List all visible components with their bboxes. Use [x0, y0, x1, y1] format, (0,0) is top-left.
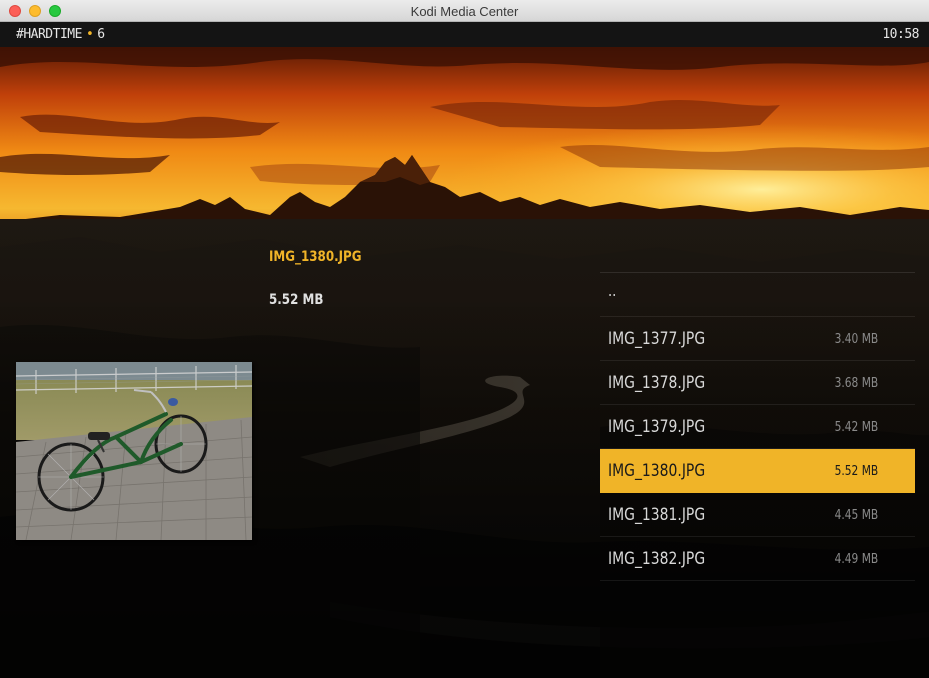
breadcrumb-label: #HARDTIME — [16, 27, 82, 42]
file-name: IMG_1378.JPG — [608, 373, 706, 393]
file-size: 4.49 MB — [834, 552, 878, 567]
file-size: 5.52 MB — [834, 464, 878, 479]
list-item[interactable]: IMG_1378.JPG 3.68 MB — [600, 361, 915, 405]
file-list[interactable]: .. IMG_1377.JPG 3.40 MB IMG_1378.JPG 3.6… — [600, 272, 915, 581]
file-size: 3.68 MB — [834, 376, 878, 391]
list-item[interactable]: IMG_1379.JPG 5.42 MB — [600, 405, 915, 449]
list-item[interactable]: IMG_1381.JPG 4.45 MB — [600, 493, 915, 537]
breadcrumb: #HARDTIME • 6 — [16, 27, 105, 42]
file-size: 5.42 MB — [834, 420, 878, 435]
window-title: Kodi Media Center — [410, 4, 519, 19]
item-count: 6 — [97, 27, 105, 42]
file-name: IMG_1381.JPG — [608, 505, 706, 525]
selected-file-size: 5.52 MB — [269, 292, 324, 308]
parent-folder-item[interactable]: .. — [600, 273, 915, 317]
file-name: IMG_1377.JPG — [608, 329, 706, 349]
file-size: 4.45 MB — [834, 508, 878, 523]
file-name: IMG_1382.JPG — [608, 549, 706, 569]
file-name: IMG_1379.JPG — [608, 417, 706, 437]
window-titlebar: Kodi Media Center — [0, 0, 929, 22]
selected-file-title: IMG_1380.JPG — [269, 249, 362, 265]
list-item[interactable]: IMG_1377.JPG 3.40 MB — [600, 317, 915, 361]
thumbnail-preview — [16, 362, 252, 540]
list-item-selected[interactable]: IMG_1380.JPG 5.52 MB — [600, 449, 915, 493]
kodi-top-bar: #HARDTIME • 6 10:58 — [0, 22, 929, 47]
file-name: IMG_1380.JPG — [608, 461, 706, 481]
clock: 10:58 — [882, 27, 919, 42]
file-size: 3.40 MB — [834, 332, 878, 347]
breadcrumb-separator: • — [85, 27, 94, 42]
list-item[interactable]: IMG_1382.JPG 4.49 MB — [600, 537, 915, 581]
parent-folder-label: .. — [608, 281, 617, 300]
